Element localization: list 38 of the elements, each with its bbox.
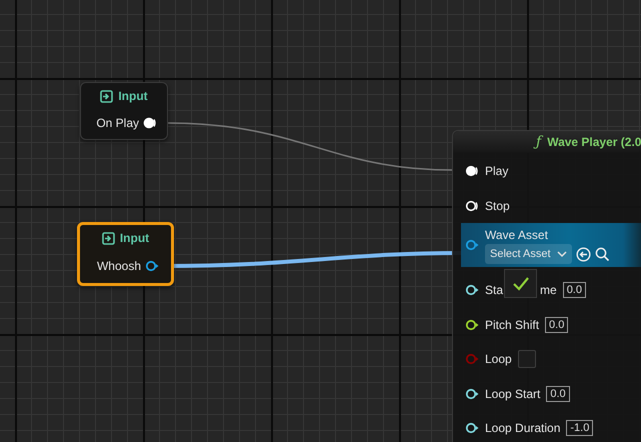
pin-icon[interactable] — [465, 284, 479, 296]
pin-icon[interactable] — [465, 200, 479, 212]
pin-icon[interactable] — [143, 117, 157, 129]
value-field[interactable]: -1.0 — [566, 420, 594, 436]
pin-label: Loop — [485, 352, 512, 366]
check-icon — [512, 276, 530, 292]
pin-icon[interactable] — [465, 388, 479, 400]
node-title: Input — [118, 89, 148, 103]
value-field[interactable]: 0.0 — [546, 386, 570, 402]
chevron-icon — [556, 250, 567, 258]
pin-icon[interactable] — [145, 260, 159, 272]
checkbox[interactable] — [518, 350, 536, 368]
pin-icon[interactable] — [465, 422, 479, 434]
input-node[interactable]: Input Whoosh — [77, 222, 174, 286]
node-title: Input — [120, 231, 150, 245]
wave-player-node[interactable]: ƒ Wave Player (2.0 Play Stop Wave Asset Select Asset Sta me 0.0 Pitch Shift 0.0 Loop Loop Start 0.0 Loop Duration -1.0 — [452, 130, 641, 442]
input-icon — [100, 90, 114, 102]
pin-label: me — [540, 283, 557, 298]
input-icon — [102, 232, 115, 244]
asset-dropdown[interactable]: Select Asset — [485, 244, 572, 264]
pin-label: Sta — [485, 283, 504, 298]
pin-icon[interactable] — [465, 165, 479, 178]
pin-label: On Play — [96, 116, 139, 130]
value-field[interactable]: 0.0 — [545, 316, 568, 333]
pin-label: Pitch Shift — [485, 318, 540, 332]
search-icon[interactable] — [594, 246, 610, 262]
function-icon: ƒ — [536, 134, 542, 150]
pin-label: Wave Asset — [485, 228, 549, 242]
node-title: Wave Player (2.0 — [547, 135, 641, 149]
pin-label: Play — [485, 164, 508, 178]
input-node[interactable]: Input On Play — [80, 82, 168, 140]
pin-label: Stop — [485, 198, 510, 213]
pin-icon[interactable] — [465, 318, 479, 331]
pin-label: Loop Start — [485, 386, 540, 401]
value-field[interactable]: 0.0 — [562, 282, 586, 298]
pin-label: Loop Duration — [485, 421, 560, 436]
pin-label: Whoosh — [96, 259, 141, 273]
checkbox[interactable] — [504, 269, 537, 298]
